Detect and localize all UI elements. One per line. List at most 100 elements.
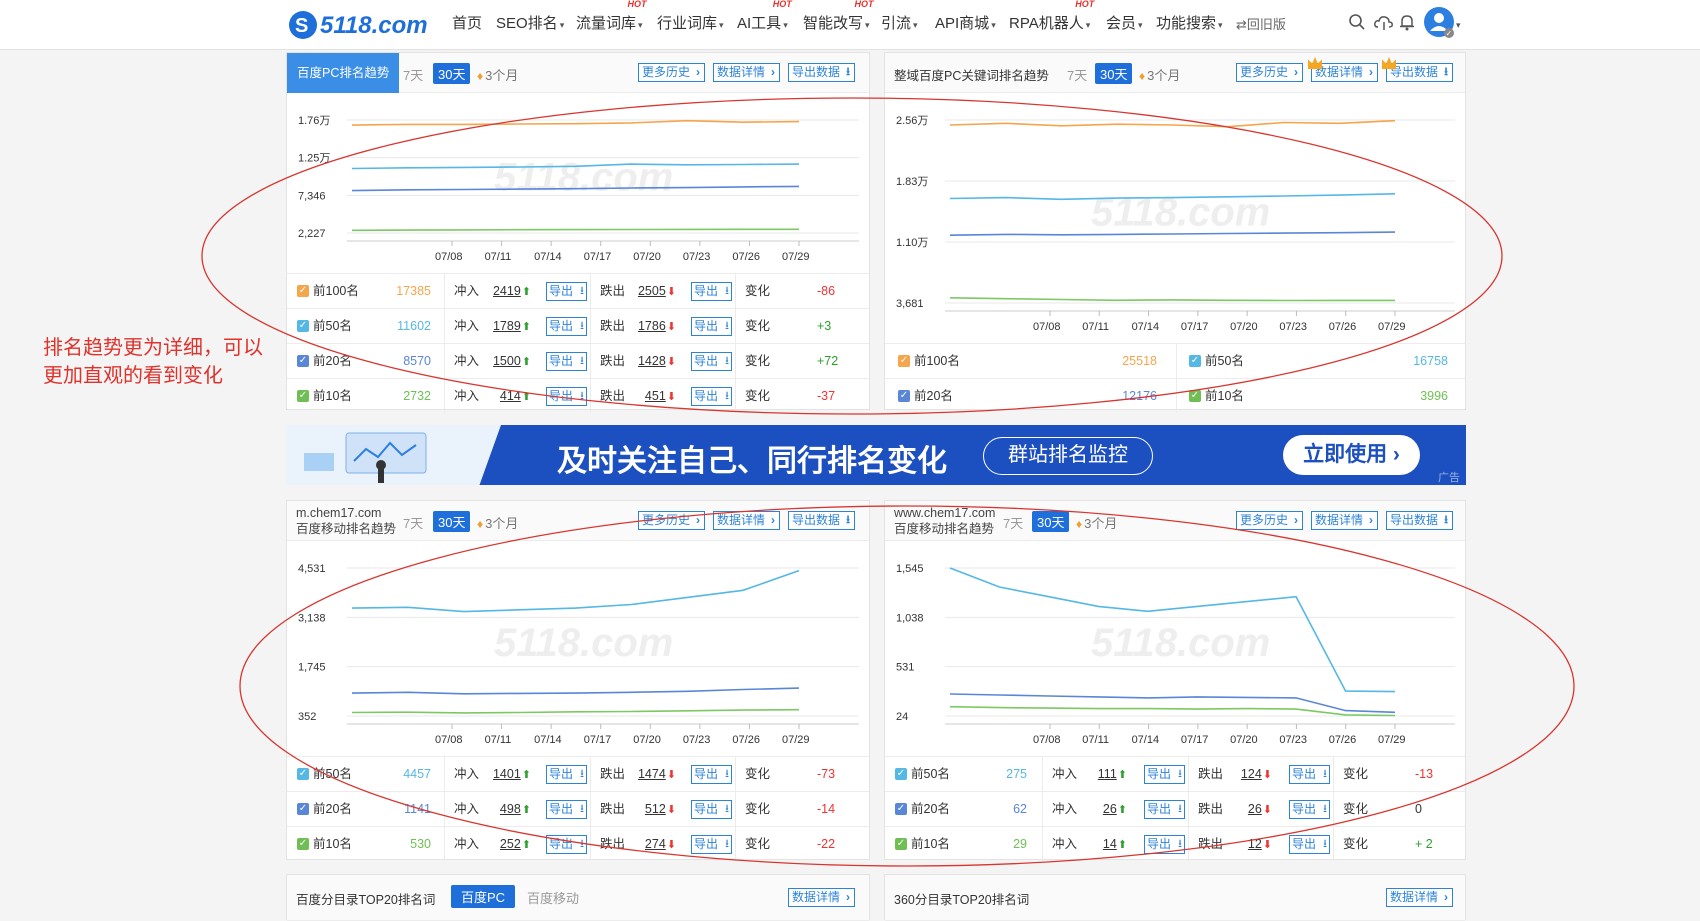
bell-icon[interactable] xyxy=(1398,13,1416,31)
row-checkbox[interactable]: ✓ xyxy=(895,838,907,850)
range-3m[interactable]: 3个月 xyxy=(477,513,518,532)
up-value[interactable]: 414⬆ xyxy=(500,379,531,413)
export-button[interactable]: 导出 xyxy=(1144,835,1186,854)
ad-cta-button[interactable]: 立即使用 › xyxy=(1283,435,1420,475)
export-button[interactable]: 导出 xyxy=(691,282,733,301)
panel-title[interactable]: 百度PC排名趋势 xyxy=(287,53,400,93)
up-number[interactable]: 2419 xyxy=(493,284,521,298)
row-checkbox[interactable]: ✓ xyxy=(898,390,910,402)
up-number[interactable]: 111 xyxy=(1098,767,1117,781)
nav-item[interactable]: 智能改写 ▾ HOT xyxy=(803,0,874,33)
data-detail-button[interactable]: 数据详情 xyxy=(1311,511,1379,530)
range-7d[interactable]: 7天 xyxy=(1003,513,1023,532)
export-button[interactable]: 导出 xyxy=(546,765,588,784)
range-30d[interactable]: 30天 xyxy=(433,511,471,532)
row-checkbox[interactable]: ✓ xyxy=(895,768,907,780)
nav-item[interactable]: AI工具 ▾ HOT xyxy=(737,0,792,33)
nav-item[interactable]: 行业词库 ▾ xyxy=(657,12,724,33)
data-detail-button[interactable]: 数据详情 xyxy=(713,63,781,82)
more-history-button[interactable]: 更多历史 xyxy=(638,63,706,82)
down-number[interactable]: 12 xyxy=(1248,837,1262,851)
export-button[interactable]: 导出 xyxy=(1144,800,1186,819)
nav-item[interactable]: SEO排名 ▾ xyxy=(496,12,564,33)
export-data-button[interactable]: 导出数据 xyxy=(788,511,856,530)
nav-item[interactable]: 会员 ▾ xyxy=(1106,12,1143,33)
row-checkbox[interactable]: ✓ xyxy=(297,838,309,850)
up-value[interactable]: 1789⬆ xyxy=(493,309,531,343)
range-7d[interactable]: 7天 xyxy=(403,513,423,532)
export-button[interactable]: 导出 xyxy=(546,800,588,819)
export-button[interactable]: 导出 xyxy=(691,765,733,784)
data-detail-button[interactable]: 数据详情 xyxy=(1386,888,1454,907)
up-value[interactable]: 1401⬆ xyxy=(493,757,531,791)
up-value[interactable]: 14⬆ xyxy=(1103,827,1127,861)
row-checkbox[interactable]: ✓ xyxy=(297,803,309,815)
export-button[interactable]: 导出 xyxy=(546,387,588,406)
row-checkbox[interactable]: ✓ xyxy=(1189,355,1201,367)
export-button[interactable]: 导出 xyxy=(1289,800,1331,819)
down-value[interactable]: 26⬇ xyxy=(1248,792,1272,826)
export-data-button[interactable]: 导出数据 xyxy=(1386,63,1454,82)
range-7d[interactable]: 7天 xyxy=(1067,65,1087,84)
down-value[interactable]: 124⬇ xyxy=(1241,757,1272,791)
nav-item[interactable]: ⇄回旧版 xyxy=(1236,14,1286,33)
range-3m[interactable]: 3个月 xyxy=(477,65,518,84)
down-number[interactable]: 1786 xyxy=(638,319,666,333)
down-value[interactable]: 274⬇ xyxy=(645,827,676,861)
down-number[interactable]: 451 xyxy=(645,389,666,403)
up-value[interactable]: 498⬆ xyxy=(500,792,531,826)
tab-baidu-pc[interactable]: 百度PC xyxy=(451,885,516,908)
cloud-icon[interactable] xyxy=(1374,13,1393,31)
down-value[interactable]: 12⬇ xyxy=(1248,827,1272,861)
row-checkbox[interactable]: ✓ xyxy=(297,768,309,780)
nav-item[interactable]: 功能搜索 ▾ xyxy=(1156,12,1223,33)
row-checkbox[interactable]: ✓ xyxy=(895,803,907,815)
more-history-button[interactable]: 更多历史 xyxy=(1236,511,1304,530)
export-button[interactable]: 导出 xyxy=(546,317,588,336)
down-number[interactable]: 1474 xyxy=(638,767,666,781)
range-30d[interactable]: 30天 xyxy=(1032,511,1070,532)
export-button[interactable]: 导出 xyxy=(691,387,733,406)
up-number[interactable]: 1500 xyxy=(493,354,521,368)
down-value[interactable]: 451⬇ xyxy=(645,379,676,413)
export-button[interactable]: 导出 xyxy=(1289,835,1331,854)
row-checkbox[interactable]: ✓ xyxy=(1189,390,1201,402)
up-number[interactable]: 252 xyxy=(500,837,521,851)
up-number[interactable]: 14 xyxy=(1103,837,1117,851)
ad-banner[interactable]: 及时关注自己、同行排名变化 群站排名监控 立即使用 › 广告 xyxy=(286,425,1466,485)
nav-item[interactable]: 首页 xyxy=(452,12,482,33)
up-value[interactable]: 1500⬆ xyxy=(493,344,531,378)
range-7d[interactable]: 7天 xyxy=(403,65,423,84)
range-3m[interactable]: 3个月 xyxy=(1076,513,1117,532)
up-value[interactable]: 252⬆ xyxy=(500,827,531,861)
range-3m[interactable]: 3个月 xyxy=(1139,65,1180,84)
row-checkbox[interactable]: ✓ xyxy=(297,285,309,297)
export-data-button[interactable]: 导出数据 xyxy=(788,63,856,82)
down-value[interactable]: 1428⬇ xyxy=(638,344,676,378)
export-button[interactable]: 导出 xyxy=(1289,765,1331,784)
data-detail-button[interactable]: 数据详情 xyxy=(788,888,856,907)
search-icon[interactable] xyxy=(1348,13,1366,31)
down-value[interactable]: 512⬇ xyxy=(645,792,676,826)
export-button[interactable]: 导出 xyxy=(546,352,588,371)
data-detail-button[interactable]: 数据详情 xyxy=(713,511,781,530)
range-30d[interactable]: 30天 xyxy=(433,63,471,84)
export-button[interactable]: 导出 xyxy=(546,282,588,301)
export-button[interactable]: 导出 xyxy=(691,800,733,819)
down-number[interactable]: 274 xyxy=(645,837,666,851)
down-number[interactable]: 26 xyxy=(1248,802,1262,816)
site-logo[interactable]: S 5118.com xyxy=(287,6,437,42)
up-value[interactable]: 111⬆ xyxy=(1098,757,1127,791)
export-button[interactable]: 导出 xyxy=(691,835,733,854)
nav-item[interactable]: RPA机器人 ▾ HOT xyxy=(1009,0,1094,33)
more-history-button[interactable]: 更多历史 xyxy=(638,511,706,530)
row-checkbox[interactable]: ✓ xyxy=(297,355,309,367)
avatar[interactable]: ✓ ▾ xyxy=(1423,6,1463,42)
down-number[interactable]: 2505 xyxy=(638,284,666,298)
down-value[interactable]: 1474⬇ xyxy=(638,757,676,791)
export-button[interactable]: 导出 xyxy=(691,352,733,371)
down-value[interactable]: 1786⬇ xyxy=(638,309,676,343)
range-30d[interactable]: 30天 xyxy=(1095,63,1133,84)
up-value[interactable]: 2419⬆ xyxy=(493,274,531,308)
export-data-button[interactable]: 导出数据 xyxy=(1386,511,1454,530)
